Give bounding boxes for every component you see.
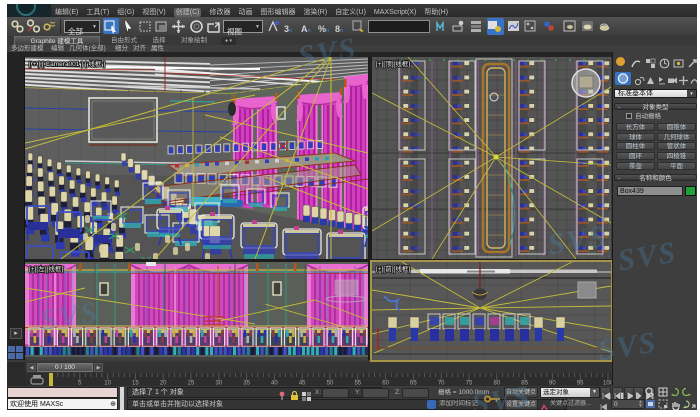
svg-text:[+][左][线框]: [+][左][线框]	[29, 264, 63, 273]
svg-text:[+][前][线框]: [+][前][线框]	[376, 264, 410, 273]
svg-text:[ + ] [ Camera001 ] [ 线框 ]: [ + ] [ Camera001 ] [ 线框 ]	[29, 59, 105, 68]
svg-text:[+][顶][线框]: [+][顶][线框]	[376, 59, 410, 68]
